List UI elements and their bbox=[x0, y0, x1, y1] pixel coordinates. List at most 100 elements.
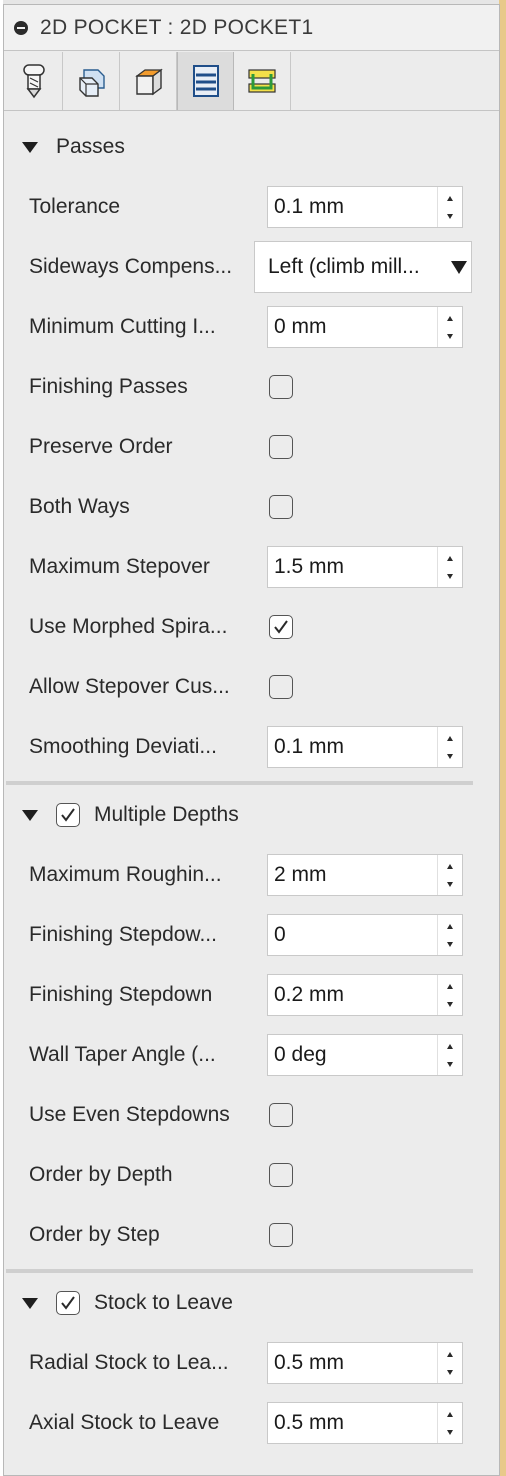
tolerance-spinner[interactable]: 0.1 mm bbox=[267, 186, 463, 228]
checkmark-icon bbox=[61, 808, 75, 822]
radial-stock-spinner[interactable]: 0.5 mm bbox=[267, 1342, 463, 1384]
both-ways-checkbox[interactable] bbox=[269, 495, 293, 519]
finishing-stepdowns-label: Finishing Stepdow... bbox=[29, 923, 217, 946]
smoothing-deviation-spinner[interactable]: 0.1 mm bbox=[267, 726, 463, 768]
tab-linking[interactable] bbox=[234, 52, 291, 110]
increment-arrow-icon[interactable] bbox=[438, 1405, 462, 1423]
finishing-stepdown-spinner[interactable]: 0.2 mm bbox=[267, 974, 463, 1016]
passes-icon bbox=[192, 65, 219, 97]
increment-arrow-icon[interactable] bbox=[438, 309, 462, 327]
tolerance-stepper[interactable] bbox=[437, 187, 462, 227]
decrement-arrow-icon[interactable] bbox=[438, 995, 462, 1013]
finishing-stepdowns-input[interactable]: 0 bbox=[268, 923, 437, 947]
tab-tool[interactable] bbox=[6, 52, 63, 110]
wall-taper-angle-spinner[interactable]: 0 deg bbox=[267, 1034, 463, 1076]
increment-arrow-icon[interactable] bbox=[438, 1345, 462, 1363]
use-even-stepdowns-checkbox[interactable] bbox=[269, 1103, 293, 1127]
finishing-passes-checkbox[interactable] bbox=[269, 375, 293, 399]
finishing-passes-row: Finishing Passes bbox=[4, 357, 499, 417]
use-even-stepdowns-label: Use Even Stepdowns bbox=[29, 1103, 230, 1126]
multiple-depths-checkbox[interactable] bbox=[56, 803, 80, 827]
stock-to-leave-section-label: Stock to Leave bbox=[94, 1291, 233, 1314]
decrement-arrow-icon[interactable] bbox=[438, 1363, 462, 1381]
finishing-stepdown-stepper[interactable] bbox=[437, 975, 462, 1015]
finishing-stepdowns-spinner[interactable]: 0 bbox=[267, 914, 463, 956]
use-morphed-spiral-checkbox[interactable] bbox=[269, 615, 293, 639]
maximum-roughing-stepper[interactable] bbox=[437, 855, 462, 895]
sideways-compensation-select[interactable]: Left (climb mill... bbox=[254, 241, 472, 293]
decrement-arrow-icon[interactable] bbox=[438, 327, 462, 345]
axial-stock-input[interactable]: 0.5 mm bbox=[268, 1411, 437, 1435]
increment-arrow-icon[interactable] bbox=[438, 977, 462, 995]
dialog-titlebar[interactable]: 2D POCKET : 2D POCKET1 bbox=[4, 5, 499, 51]
increment-arrow-icon[interactable] bbox=[438, 549, 462, 567]
minimum-cutting-input[interactable]: 0 mm bbox=[268, 315, 437, 339]
increment-arrow-icon[interactable] bbox=[438, 729, 462, 747]
decrement-arrow-icon[interactable] bbox=[438, 875, 462, 893]
increment-arrow-icon[interactable] bbox=[438, 917, 462, 935]
dropdown-caret-icon[interactable] bbox=[451, 260, 467, 274]
expand-triangle-icon[interactable] bbox=[22, 1297, 38, 1309]
axial-stock-label: Axial Stock to Leave bbox=[29, 1411, 220, 1434]
increment-arrow-icon[interactable] bbox=[438, 857, 462, 875]
finishing-stepdowns-stepper[interactable] bbox=[437, 915, 462, 955]
radial-stock-stepper[interactable] bbox=[437, 1343, 462, 1383]
wall-taper-angle-input[interactable]: 0 deg bbox=[268, 1043, 437, 1067]
multiple-depths-section-label: Multiple Depths bbox=[94, 803, 239, 826]
preserve-order-label: Preserve Order bbox=[29, 435, 173, 458]
maximum-stepover-input[interactable]: 1.5 mm bbox=[268, 555, 437, 579]
decrement-arrow-icon[interactable] bbox=[438, 1423, 462, 1441]
maximum-stepover-row: Maximum Stepover 1.5 mm bbox=[4, 537, 499, 597]
tool-icon bbox=[23, 64, 45, 99]
wall-taper-angle-label: Wall Taper Angle (... bbox=[29, 1043, 216, 1066]
increment-arrow-icon[interactable] bbox=[438, 189, 462, 207]
order-by-step-checkbox[interactable] bbox=[269, 1223, 293, 1247]
tab-heights[interactable] bbox=[120, 52, 177, 110]
decrement-arrow-icon[interactable] bbox=[438, 207, 462, 225]
allow-stepover-cusps-checkbox[interactable] bbox=[269, 675, 293, 699]
minimum-cutting-stepper[interactable] bbox=[437, 307, 462, 347]
passes-section-header[interactable]: Passes bbox=[4, 117, 499, 177]
tab-geometry[interactable] bbox=[63, 52, 120, 110]
heights-icon bbox=[135, 68, 163, 96]
minimum-cutting-spinner[interactable]: 0 mm bbox=[267, 306, 463, 348]
preserve-order-checkbox[interactable] bbox=[269, 435, 293, 459]
decrement-arrow-icon[interactable] bbox=[438, 935, 462, 953]
stock-to-leave-section-header[interactable]: Stock to Leave bbox=[4, 1273, 499, 1333]
order-by-depth-row: Order by Depth bbox=[4, 1145, 499, 1205]
collapse-icon[interactable] bbox=[14, 20, 28, 35]
decrement-arrow-icon[interactable] bbox=[438, 747, 462, 765]
stock-to-leave-checkbox[interactable] bbox=[56, 1291, 80, 1315]
expand-triangle-icon[interactable] bbox=[22, 141, 38, 153]
maximum-stepover-stepper[interactable] bbox=[437, 547, 462, 587]
decrement-arrow-icon[interactable] bbox=[438, 567, 462, 585]
radial-stock-input[interactable]: 0.5 mm bbox=[268, 1351, 437, 1375]
smoothing-deviation-input[interactable]: 0.1 mm bbox=[268, 735, 437, 759]
finishing-passes-label: Finishing Passes bbox=[29, 375, 188, 398]
increment-arrow-icon[interactable] bbox=[438, 1037, 462, 1055]
backdrop-right-strip bbox=[499, 0, 506, 1476]
expand-triangle-icon[interactable] bbox=[22, 809, 38, 821]
tab-passes[interactable] bbox=[177, 52, 234, 110]
wall-taper-angle-stepper[interactable] bbox=[437, 1035, 462, 1075]
linking-icon bbox=[248, 69, 276, 93]
maximum-roughing-spinner[interactable]: 2 mm bbox=[267, 854, 463, 896]
minimum-cutting-label: Minimum Cutting I... bbox=[29, 315, 216, 338]
finishing-stepdown-label: Finishing Stepdown bbox=[29, 983, 213, 1006]
dialog-content: Passes Tolerance 0.1 mm Sideways Compens… bbox=[4, 111, 499, 1453]
decrement-arrow-icon[interactable] bbox=[438, 1055, 462, 1073]
smoothing-deviation-stepper[interactable] bbox=[437, 727, 462, 767]
allow-stepover-cusps-label: Allow Stepover Cus... bbox=[29, 675, 230, 698]
multiple-depths-section-header[interactable]: Multiple Depths bbox=[4, 785, 499, 845]
maximum-roughing-row: Maximum Roughin... 2 mm bbox=[4, 845, 499, 905]
axial-stock-spinner[interactable]: 0.5 mm bbox=[267, 1402, 463, 1444]
passes-section-label: Passes bbox=[56, 135, 125, 158]
axial-stock-stepper[interactable] bbox=[437, 1403, 462, 1443]
both-ways-label: Both Ways bbox=[29, 495, 130, 518]
both-ways-row: Both Ways bbox=[4, 477, 499, 537]
maximum-roughing-input[interactable]: 2 mm bbox=[268, 863, 437, 887]
tolerance-input[interactable]: 0.1 mm bbox=[268, 195, 437, 219]
finishing-stepdown-input[interactable]: 0.2 mm bbox=[268, 983, 437, 1007]
maximum-stepover-spinner[interactable]: 1.5 mm bbox=[267, 546, 463, 588]
order-by-depth-checkbox[interactable] bbox=[269, 1163, 293, 1187]
